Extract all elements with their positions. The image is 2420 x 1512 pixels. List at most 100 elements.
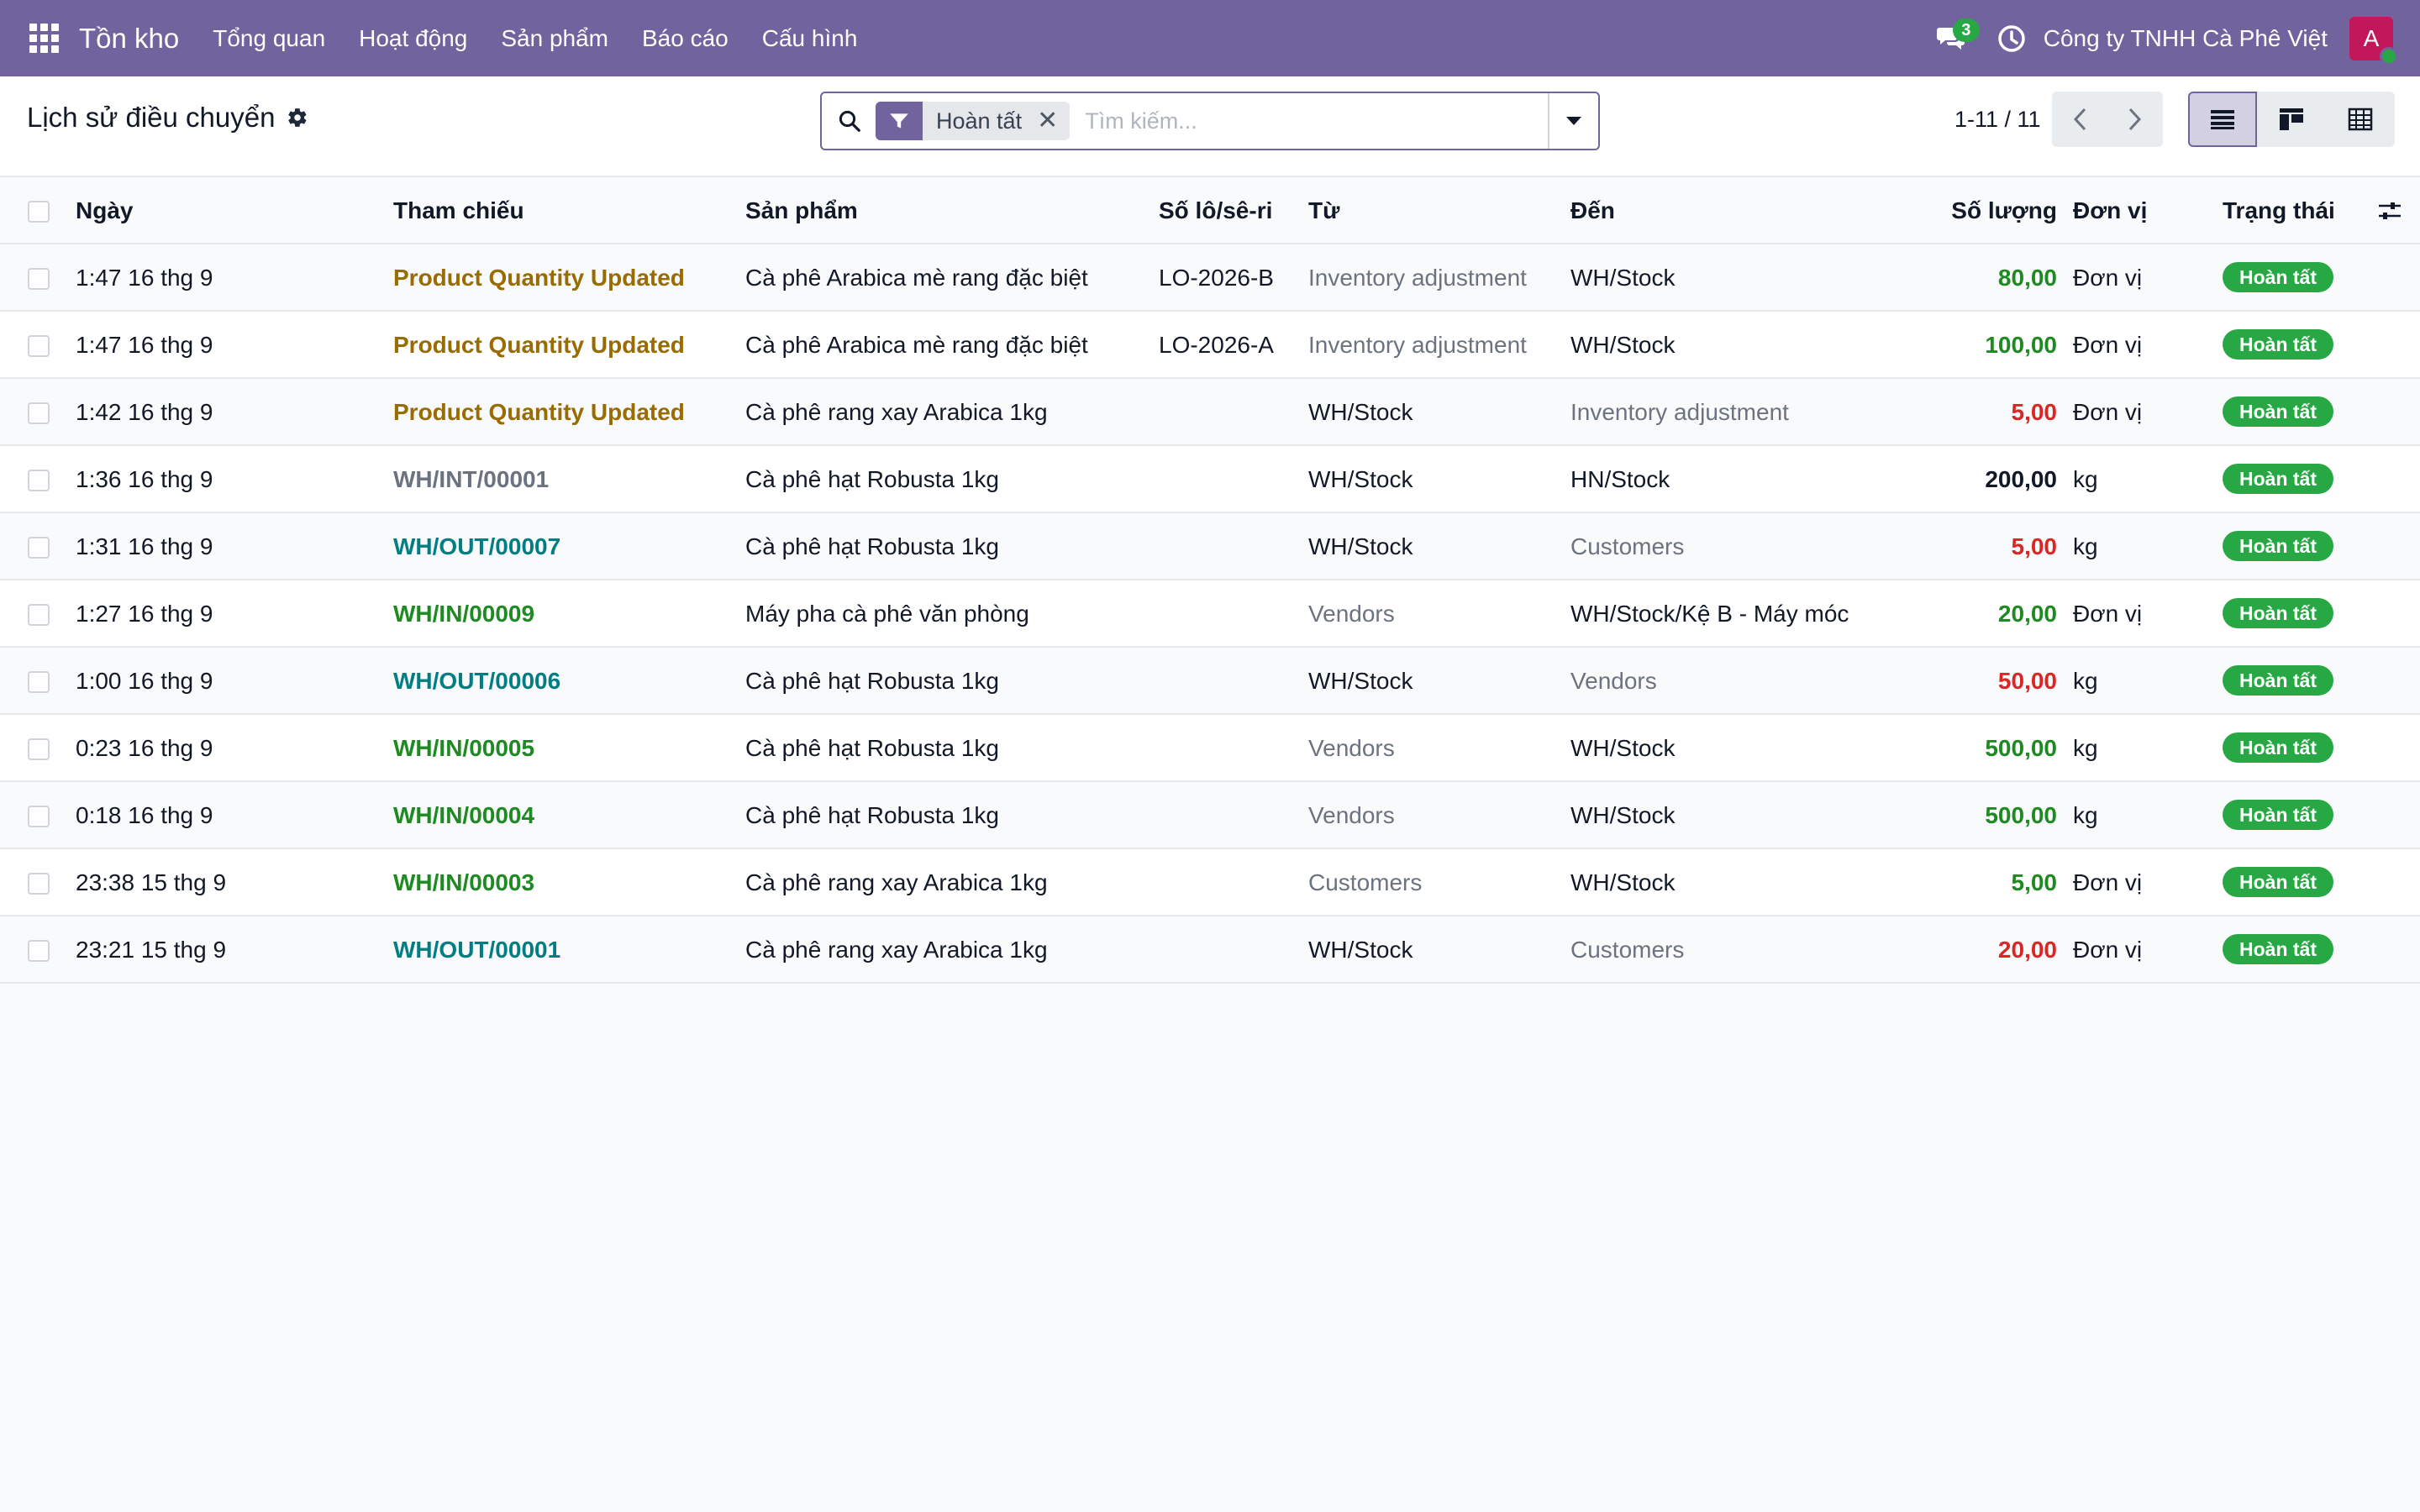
gear-icon[interactable] bbox=[287, 107, 308, 129]
column-header-product[interactable]: Sản phẩm bbox=[745, 177, 858, 244]
column-header-to[interactable]: Đến bbox=[1570, 177, 1615, 244]
cell-to: HN/Stock bbox=[1570, 466, 1670, 492]
cell-from: Customers bbox=[1308, 869, 1423, 895]
cell-reference[interactable]: WH/OUT/00001 bbox=[393, 916, 560, 984]
pager-previous-button[interactable] bbox=[2052, 92, 2107, 147]
row-checkbox[interactable] bbox=[28, 470, 50, 491]
cell-product[interactable]: Cà phê rang xay Arabica 1kg bbox=[745, 916, 1048, 984]
cell-quantity: 500,00 bbox=[1985, 802, 2057, 828]
table-row[interactable]: 1:42 16 thg 9 Product Quantity Updated Cà … bbox=[0, 379, 2420, 446]
messaging-button[interactable]: 3 bbox=[1926, 13, 1980, 64]
column-header-quantity[interactable]: Số lượng bbox=[1951, 177, 2057, 244]
menu-item-operations[interactable]: Hoạt động bbox=[342, 25, 484, 52]
table-row[interactable]: 1:47 16 thg 9 Product Quantity Updated Cà … bbox=[0, 312, 2420, 379]
table-row[interactable]: 1:47 16 thg 9 Product Quantity Updated Cà … bbox=[0, 244, 2420, 312]
table-row[interactable]: 23:38 15 thg 9 WH/IN/00003 Cà phê rang xay… bbox=[0, 849, 2420, 916]
search-icon[interactable] bbox=[837, 108, 862, 134]
top-navbar: Tồn kho Tổng quan Hoạt động Sản phẩm Báo… bbox=[0, 0, 2420, 76]
cell-from: WH/Stock bbox=[1308, 668, 1413, 694]
column-header-uom[interactable]: Đơn vị bbox=[2073, 177, 2147, 244]
apps-menu-icon[interactable] bbox=[29, 24, 59, 54]
search-input[interactable] bbox=[1085, 108, 1548, 134]
user-avatar[interactable]: A bbox=[2349, 16, 2398, 66]
clock-icon bbox=[1998, 24, 2025, 52]
search-bar: Hoàn tất ✕ bbox=[820, 92, 1600, 150]
cell-reference[interactable]: Product Quantity Updated bbox=[393, 244, 685, 312]
cell-reference[interactable]: WH/OUT/00006 bbox=[393, 648, 560, 715]
cell-uom: kg bbox=[2073, 735, 2098, 761]
cell-reference[interactable]: WH/IN/00009 bbox=[393, 580, 534, 648]
cell-product[interactable]: Cà phê hạt Robusta 1kg bbox=[745, 715, 999, 782]
cell-to: Inventory adjustment bbox=[1570, 399, 1789, 425]
table-row[interactable]: 0:23 16 thg 9 WH/IN/00005 Cà phê hạt Robus… bbox=[0, 715, 2420, 782]
cell-reference[interactable]: Product Quantity Updated bbox=[393, 312, 685, 379]
main-menu: Tổng quan Hoạt động Sản phẩm Báo cáo Cấu… bbox=[196, 25, 874, 52]
cell-reference[interactable]: WH/INT/00001 bbox=[393, 446, 549, 513]
row-checkbox[interactable] bbox=[28, 738, 50, 760]
cell-product[interactable]: Máy pha cà phê văn phòng bbox=[745, 580, 1029, 648]
messages-count-badge: 3 bbox=[1952, 18, 1980, 42]
cell-product[interactable]: Cà phê Arabica mè rang đặc biệt bbox=[745, 312, 1088, 379]
column-header-from[interactable]: Từ bbox=[1308, 177, 1339, 244]
table-row[interactable]: 1:36 16 thg 9 WH/INT/00001 Cà phê hạt Robu… bbox=[0, 446, 2420, 513]
optional-columns-toggle-icon[interactable] bbox=[2376, 197, 2403, 224]
cell-date: 1:27 16 thg 9 bbox=[76, 601, 213, 627]
cell-product[interactable]: Cà phê rang xay Arabica 1kg bbox=[745, 379, 1048, 446]
filter-icon bbox=[876, 102, 923, 140]
select-all-checkbox[interactable] bbox=[28, 201, 50, 223]
row-checkbox[interactable] bbox=[28, 268, 50, 290]
pager-next-button[interactable] bbox=[2107, 92, 2163, 147]
menu-item-reporting[interactable]: Báo cáo bbox=[625, 25, 745, 52]
row-checkbox[interactable] bbox=[28, 873, 50, 895]
row-checkbox[interactable] bbox=[28, 806, 50, 827]
cell-date: 1:42 16 thg 9 bbox=[76, 399, 213, 425]
cell-reference[interactable]: WH/IN/00004 bbox=[393, 782, 534, 849]
cell-reference[interactable]: WH/IN/00003 bbox=[393, 849, 534, 916]
row-checkbox[interactable] bbox=[28, 402, 50, 424]
row-checkbox[interactable] bbox=[28, 335, 50, 357]
cell-product[interactable]: Cà phê hạt Robusta 1kg bbox=[745, 782, 999, 849]
cell-uom: kg bbox=[2073, 466, 2098, 492]
cell-state: Hoàn tất bbox=[2223, 648, 2333, 715]
cell-product[interactable]: Cà phê Arabica mè rang đặc biệt bbox=[745, 244, 1088, 312]
column-header-lot[interactable]: Số lô/sê-ri bbox=[1159, 177, 1272, 244]
cell-product[interactable]: Cà phê hạt Robusta 1kg bbox=[745, 446, 999, 513]
pivot-table-icon bbox=[2348, 108, 2373, 131]
status-badge: Hoàn tất bbox=[2223, 463, 2333, 494]
table-row[interactable]: 23:21 15 thg 9 WH/OUT/00001 Cà phê rang xa… bbox=[0, 916, 2420, 984]
pager-value[interactable]: 1-11 / 11 bbox=[1954, 107, 2041, 133]
list-view-button[interactable] bbox=[2188, 92, 2257, 147]
search-options-toggle[interactable] bbox=[1548, 93, 1598, 149]
row-checkbox[interactable] bbox=[28, 537, 50, 559]
menu-item-products[interactable]: Sản phẩm bbox=[484, 25, 625, 52]
cell-reference[interactable]: WH/IN/00005 bbox=[393, 715, 534, 782]
remove-facet-icon[interactable]: ✕ bbox=[1037, 108, 1070, 134]
table-row[interactable]: 1:00 16 thg 9 WH/OUT/00006 Cà phê hạt Robu… bbox=[0, 648, 2420, 715]
cell-state: Hoàn tất bbox=[2223, 379, 2333, 446]
cell-product[interactable]: Cà phê hạt Robusta 1kg bbox=[745, 513, 999, 580]
table-row[interactable]: 1:31 16 thg 9 WH/OUT/00007 Cà phê hạt Robu… bbox=[0, 513, 2420, 580]
column-header-date[interactable]: Ngày bbox=[76, 177, 133, 244]
table-row[interactable]: 1:27 16 thg 9 WH/IN/00009 Máy pha cà phê v… bbox=[0, 580, 2420, 648]
cell-from: Inventory adjustment bbox=[1308, 332, 1527, 358]
row-checkbox[interactable] bbox=[28, 604, 50, 626]
activities-button[interactable] bbox=[1986, 13, 2037, 64]
menu-item-configuration[interactable]: Cấu hình bbox=[745, 25, 875, 52]
kanban-view-button[interactable] bbox=[2257, 92, 2326, 147]
cell-reference[interactable]: WH/OUT/00007 bbox=[393, 513, 560, 580]
pivot-view-button[interactable] bbox=[2326, 92, 2395, 147]
row-checkbox[interactable] bbox=[28, 940, 50, 962]
column-header-reference[interactable]: Tham chiếu bbox=[393, 177, 524, 244]
app-brand[interactable]: Tồn kho bbox=[79, 23, 179, 55]
company-switcher[interactable]: Công ty TNHH Cà Phê Việt bbox=[2044, 25, 2328, 52]
cell-product[interactable]: Cà phê hạt Robusta 1kg bbox=[745, 648, 999, 715]
row-checkbox[interactable] bbox=[28, 671, 50, 693]
menu-item-overview[interactable]: Tổng quan bbox=[196, 25, 342, 52]
cell-product[interactable]: Cà phê rang xay Arabica 1kg bbox=[745, 849, 1048, 916]
table-row[interactable]: 0:18 16 thg 9 WH/IN/00004 Cà phê hạt Robus… bbox=[0, 782, 2420, 849]
cell-reference[interactable]: Product Quantity Updated bbox=[393, 379, 685, 446]
table-header: Ngày Tham chiếu Sản phẩm Số lô/sê-ri Từ … bbox=[0, 177, 2420, 244]
column-header-state[interactable]: Trạng thái bbox=[2223, 177, 2335, 244]
caret-down-icon bbox=[1566, 117, 1581, 125]
cell-quantity: 5,00 bbox=[2011, 869, 2058, 895]
